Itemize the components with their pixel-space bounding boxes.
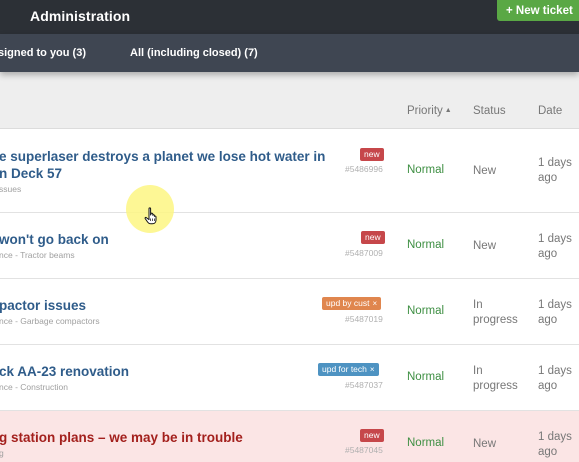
ticket-date: 1 days ago [538, 365, 572, 392]
column-status[interactable]: Status [473, 105, 506, 117]
ticket-title[interactable]: g station plans – we may be in trouble [0, 429, 243, 446]
badge-close-icon[interactable]: × [372, 299, 377, 308]
ticket-status: New [473, 240, 497, 252]
ticket-priority: Normal [407, 239, 445, 251]
table-row[interactable]: ck AA-23 renovation nce - Construction u… [0, 345, 579, 411]
top-bar: Administration + New ticket [0, 0, 579, 34]
ticket-title[interactable]: pactor issues [0, 297, 86, 314]
ticket-category: nce - Construction [0, 382, 68, 392]
ticket-status: In progress [473, 299, 518, 326]
ticket-number: #5487045 [345, 445, 383, 455]
ticket-status: New [473, 165, 497, 177]
status-badge: upd by cust × [322, 297, 382, 310]
tab-assigned-to-you[interactable]: signed to you (3) [0, 47, 86, 59]
ticket-number: #5487009 [345, 248, 383, 258]
ticket-status: New [473, 438, 497, 450]
sort-ascending-icon: ▲ [444, 107, 452, 114]
ticket-priority: Normal [407, 164, 445, 176]
status-badge: new [360, 148, 384, 161]
filter-tab-bar: signed to you (3) All (including closed)… [0, 34, 579, 72]
ticket-category: g [0, 448, 4, 458]
hand-pointer-icon [144, 207, 157, 225]
ticket-title[interactable]: won't go back on [0, 231, 109, 248]
status-badge: upd for tech × [318, 363, 379, 376]
status-badge: new [360, 429, 384, 442]
ticket-priority: Normal [407, 371, 445, 383]
ticket-number: #5486996 [345, 164, 383, 174]
ticket-title[interactable]: ck AA-23 renovation [0, 363, 129, 380]
table-row[interactable]: e superlaser destroys a planet we lose h… [0, 129, 579, 213]
column-priority[interactable]: Priority ▲ [407, 105, 452, 117]
tab-all-including-closed[interactable]: All (including closed) (7) [130, 47, 258, 59]
status-badge: new [361, 231, 385, 244]
table-header: Priority ▲ Status Date [0, 72, 579, 129]
table-row[interactable]: won't go back on nce - Tractor beams new… [0, 213, 579, 279]
ticket-title[interactable]: e superlaser destroys a planet we lose h… [0, 148, 325, 182]
ticket-category: ssues [0, 184, 22, 194]
ticket-number: #5487037 [345, 380, 383, 390]
ticket-date: 1 days ago [538, 299, 572, 326]
badge-close-icon[interactable]: × [370, 365, 375, 374]
new-ticket-button[interactable]: + New ticket [497, 0, 579, 21]
ticket-category: nce - Tractor beams [0, 250, 75, 260]
column-date[interactable]: Date [538, 105, 562, 117]
table-row[interactable]: pactor issues nce - Garbage compactors u… [0, 279, 579, 345]
ticket-priority: Normal [407, 437, 445, 449]
ticket-date: 1 days ago [538, 431, 572, 458]
ticket-priority: Normal [407, 305, 445, 317]
ticket-date: 1 days ago [538, 233, 572, 260]
ticket-date: 1 days ago [538, 157, 572, 184]
app-title: Administration [30, 8, 131, 24]
ticket-number: #5487019 [345, 314, 383, 324]
ticket-status: In progress [473, 365, 518, 392]
ticket-category: nce - Garbage compactors [0, 316, 100, 326]
table-row-urgent[interactable]: g station plans – we may be in trouble g… [0, 411, 579, 462]
